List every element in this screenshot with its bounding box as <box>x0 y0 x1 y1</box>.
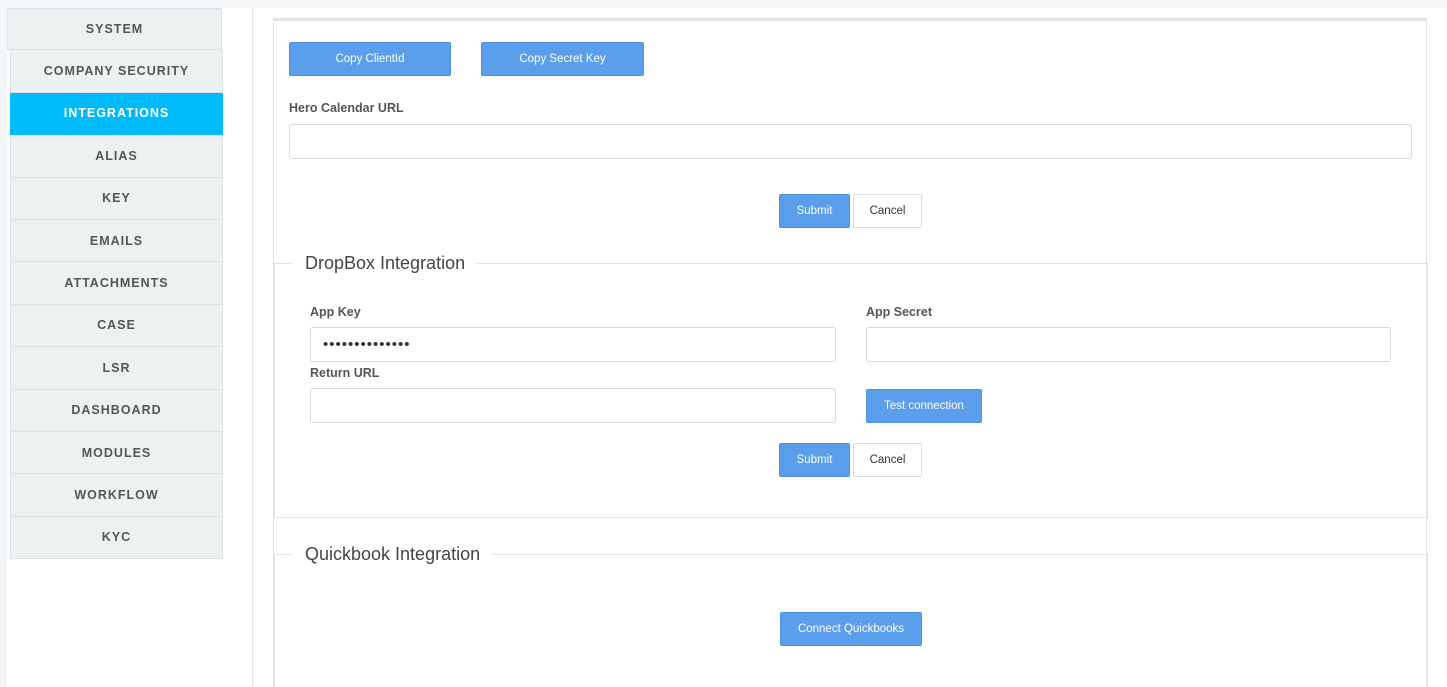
sidebar-item-modules[interactable]: MODULES <box>10 431 223 475</box>
sidebar-item-dashboard[interactable]: DASHBOARD <box>10 389 223 432</box>
app-key-input[interactable]: •••••••••••••• <box>310 327 836 362</box>
sidebar-item-emails[interactable]: EMAILS <box>10 219 223 263</box>
sidebar-item-kyc[interactable]: KYC <box>10 516 223 560</box>
sidebar-item-label: LSR <box>102 360 131 375</box>
sidebar-nav: SYSTEM COMPANY SECURITY INTEGRATIONS ALI… <box>7 8 224 560</box>
copy-secret-key-button[interactable]: Copy Secret Key <box>481 42 644 76</box>
hero-calendar-url-input[interactable] <box>289 124 1412 159</box>
dropbox-submit-button[interactable]: Submit <box>779 443 850 477</box>
test-connection-button[interactable]: Test connection <box>866 389 982 423</box>
dropbox-cancel-button[interactable]: Cancel <box>853 443 922 477</box>
sidebar-item-label: KYC <box>101 530 132 545</box>
connect-quickbooks-button[interactable]: Connect Quickbooks <box>780 612 922 646</box>
quickbook-title: Quickbook Integration <box>293 544 493 565</box>
hero-calendar-url-label: Hero Calendar URL <box>289 101 404 115</box>
sidebar-item-label: ATTACHMENTS <box>64 276 169 291</box>
app-secret-input[interactable] <box>866 327 1391 362</box>
sidebar-item-label: SYSTEM <box>85 22 144 37</box>
return-url-input[interactable] <box>310 388 836 423</box>
hero-submit-button[interactable]: Submit <box>779 194 850 228</box>
sidebar-item-alias[interactable]: ALIAS <box>10 135 223 178</box>
main-content: Copy ClientId Copy Secret Key Hero Calen… <box>253 8 1447 687</box>
return-url-label: Return URL <box>310 366 380 380</box>
sidebar-item-label: DASHBOARD <box>71 403 162 418</box>
sidebar-item-label: COMPANY SECURITY <box>43 64 190 79</box>
sidebar-item-label: ALIAS <box>95 148 138 163</box>
sidebar-item-case[interactable]: CASE <box>10 304 223 348</box>
sidebar-item-attachments[interactable]: ATTACHMENTS <box>10 262 223 305</box>
sidebar-item-label: WORKFLOW <box>74 487 159 502</box>
sidebar-item-system[interactable]: SYSTEM <box>7 8 222 51</box>
sidebar-item-label: MODULES <box>81 445 152 460</box>
sidebar-item-key[interactable]: KEY <box>10 177 223 220</box>
sidebar-item-label: KEY <box>102 191 131 206</box>
sidebar-item-label: INTEGRATIONS <box>63 106 170 121</box>
sidebar-item-workflow[interactable]: WORKFLOW <box>10 474 223 517</box>
sidebar-item-label: CASE <box>97 318 136 333</box>
copy-client-id-button[interactable]: Copy ClientId <box>289 42 451 76</box>
integrations-panel: Copy ClientId Copy Secret Key Hero Calen… <box>273 18 1428 687</box>
dropbox-title: DropBox Integration <box>293 253 478 274</box>
app-secret-label: App Secret <box>866 305 932 319</box>
sidebar-item-label: EMAILS <box>89 233 144 248</box>
sidebar-item-integrations[interactable]: INTEGRATIONS <box>10 92 223 136</box>
app-key-label: App Key <box>310 305 361 319</box>
sidebar-item-company-security[interactable]: COMPANY SECURITY <box>10 50 223 93</box>
sidebar-item-lsr[interactable]: LSR <box>10 347 223 390</box>
hero-cancel-button[interactable]: Cancel <box>853 194 922 228</box>
top-strip <box>0 0 1447 8</box>
sidebar: SYSTEM COMPANY SECURITY INTEGRATIONS ALI… <box>7 8 253 687</box>
